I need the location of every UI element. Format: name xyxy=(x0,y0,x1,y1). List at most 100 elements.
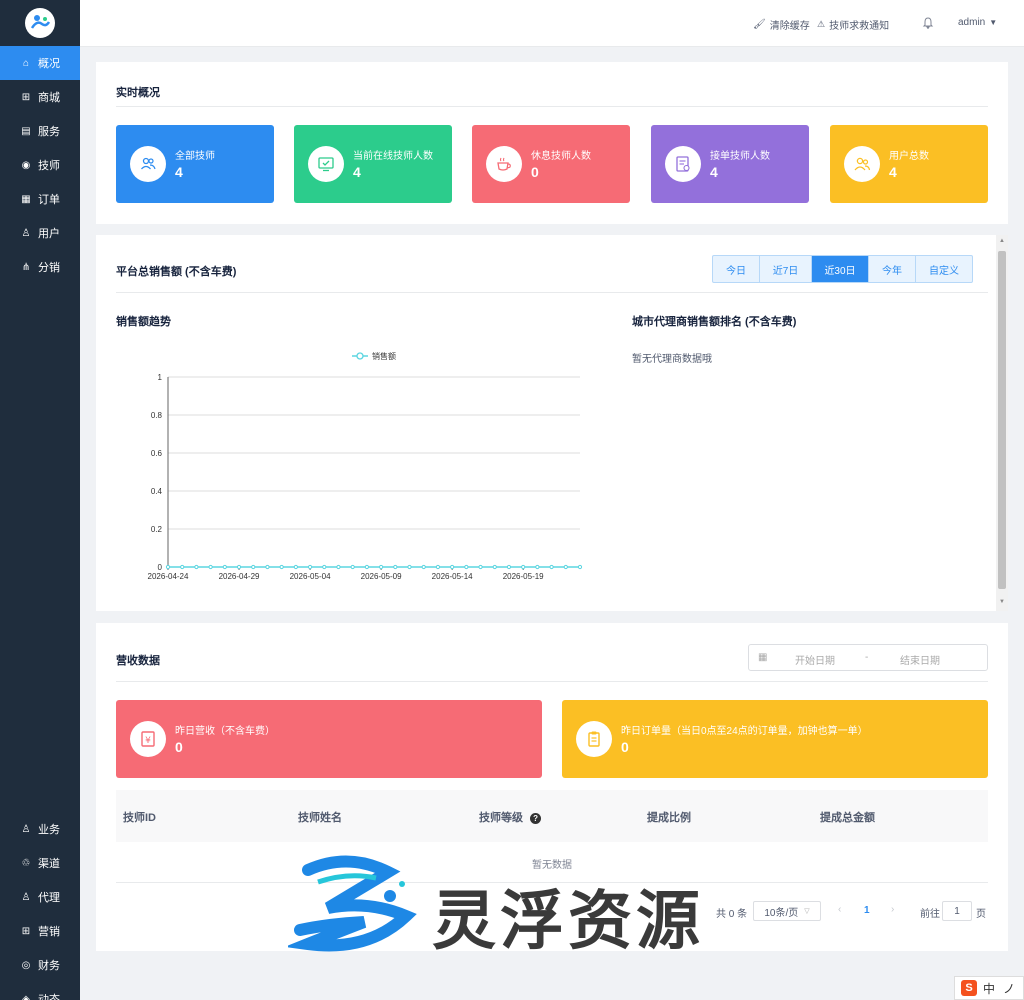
sidebar-item-home[interactable]: ⌂ 概况 xyxy=(0,46,80,80)
stat-value: 4 xyxy=(353,164,361,180)
data-point xyxy=(265,564,270,570)
y-tick-label: 0.4 xyxy=(151,487,163,496)
prev-page-icon[interactable]: ‹ xyxy=(838,904,841,915)
alarm-icon: ⚠ xyxy=(817,19,826,29)
data-point xyxy=(506,564,512,570)
period-tab[interactable]: 今年 xyxy=(869,256,916,282)
stat-card: 用户总数 4 xyxy=(830,125,988,203)
sidebar-item-business[interactable]: ♙ 业务 xyxy=(0,812,80,846)
stat-value: 4 xyxy=(175,164,183,180)
yesterday-revenue-value: 0 xyxy=(175,739,183,755)
y-tick-label: 1 xyxy=(158,373,163,382)
x-tick-label: 2026-05-04 xyxy=(290,572,331,581)
stat-value: 0 xyxy=(531,164,539,180)
sidebar-item-label: 技师 xyxy=(38,160,60,172)
col-commission-rate: 提成比例 xyxy=(647,812,691,824)
data-point xyxy=(208,564,213,570)
logo[interactable] xyxy=(0,0,80,46)
user-menu[interactable]: admin ▼ xyxy=(958,17,997,28)
sidebar-item-dynamic[interactable]: ◈ 动态 xyxy=(0,982,80,1000)
business-icon: ♙ xyxy=(21,823,31,835)
y-tick-label: 0.2 xyxy=(151,525,163,534)
period-tab[interactable]: 近7日 xyxy=(760,256,812,282)
monitor-check-icon xyxy=(308,146,344,182)
sidebar-item-label: 概况 xyxy=(38,58,60,70)
ranking-empty: 暂无代理商数据哦 xyxy=(632,354,712,365)
date-separator: - xyxy=(865,652,869,663)
scroll-down-icon[interactable]: ▼ xyxy=(999,599,1005,605)
sidebar-item-distribution[interactable]: ⋔ 分销 xyxy=(0,250,80,284)
sidebar-item-agent[interactable]: ♙ 代理 xyxy=(0,880,80,914)
watermark-text: 灵浮资源 xyxy=(432,885,704,959)
start-date-input[interactable]: 开始日期 xyxy=(795,652,835,667)
ime-indicator[interactable]: S 中 ノ xyxy=(954,976,1024,1000)
dynamic-icon: ◈ xyxy=(22,993,30,1000)
top-header: 🖌 清除缓存 ⚠ 技师求救通知 admin ▼ xyxy=(80,0,1024,47)
coffee-icon xyxy=(486,146,522,182)
tech-help-button[interactable]: ⚠ 技师求救通知 xyxy=(817,17,889,32)
divider xyxy=(116,106,988,107)
data-point xyxy=(521,564,526,570)
data-point xyxy=(180,564,185,570)
data-point xyxy=(393,564,398,570)
trend-title: 销售额趋势 xyxy=(116,316,171,328)
svg-text:¥: ¥ xyxy=(145,736,151,746)
yesterday-orders-card: 昨日订单量（当日0点至24点的订单量，加钟也算一单） 0 xyxy=(562,700,988,778)
ime-label: 中 xyxy=(983,981,996,996)
page-suffix: 页 xyxy=(976,909,986,920)
end-date-input[interactable]: 结束日期 xyxy=(900,652,940,667)
users-icon xyxy=(130,146,166,182)
period-tab[interactable]: 近30日 xyxy=(812,256,869,282)
sidebar-item-label: 订单 xyxy=(38,194,60,206)
page-size-select[interactable]: 10条/页 ▽ xyxy=(753,901,821,921)
scroll-up-icon[interactable]: ▲ xyxy=(999,238,1005,244)
sidebar-item-technician[interactable]: ◉ 技师 xyxy=(0,148,80,182)
date-range-picker[interactable]: ▦ 开始日期 - 结束日期 xyxy=(748,644,988,671)
sidebar-item-label: 业务 xyxy=(38,824,60,836)
chevron-down-icon: ▽ xyxy=(804,908,810,915)
data-point xyxy=(435,564,441,570)
channel-icon: ♲ xyxy=(21,857,31,869)
sidebar-item-label: 动态 xyxy=(38,994,60,1000)
data-point xyxy=(165,564,171,570)
page-1[interactable]: 1 xyxy=(864,905,870,916)
x-tick-label: 2026-05-09 xyxy=(361,572,402,581)
stat-label: 用户总数 xyxy=(889,151,929,162)
period-tab[interactable]: 自定义 xyxy=(916,256,972,282)
finance-icon: ◎ xyxy=(21,959,31,971)
scrollbar[interactable]: ▲ ▼ xyxy=(996,235,1008,611)
x-tick-label: 2026-05-19 xyxy=(503,572,544,581)
sidebar-item-marketing[interactable]: ⊞ 营销 xyxy=(0,914,80,948)
data-point xyxy=(535,564,540,570)
period-tab[interactable]: 今日 xyxy=(713,256,760,282)
user-group-icon xyxy=(844,146,880,182)
stat-label: 休息技师人数 xyxy=(531,151,591,162)
data-point xyxy=(350,564,355,570)
x-tick-label: 2026-05-14 xyxy=(432,572,473,581)
help-icon[interactable]: ? xyxy=(530,813,542,824)
stat-label: 全部技师 xyxy=(175,151,215,162)
yesterday-orders-label: 昨日订单量（当日0点至24点的订单量，加钟也算一单） xyxy=(621,726,868,737)
sidebar-item-finance[interactable]: ◎ 财务 xyxy=(0,948,80,982)
sidebar-item-service[interactable]: ▤ 服务 xyxy=(0,114,80,148)
legend-label: 销售额 xyxy=(372,351,396,361)
legend-marker xyxy=(356,352,364,360)
notification-bell-icon[interactable] xyxy=(922,17,934,29)
service-icon: ▤ xyxy=(21,125,31,137)
sidebar-item-label: 财务 xyxy=(38,960,60,972)
sales-trend-chart: 0 0.2 0.4 0.6 0.8 1 2026-04-24 2026-04-29 2026-0… xyxy=(148,351,583,581)
sidebar-item-user[interactable]: ♙ 用户 xyxy=(0,216,80,250)
sidebar-item-order[interactable]: ▦ 订单 xyxy=(0,182,80,216)
clear-cache-button[interactable]: 🖌 清除缓存 xyxy=(753,17,810,32)
yen-receipt-icon: ¥ xyxy=(130,721,166,757)
data-point xyxy=(307,564,313,570)
scroll-thumb[interactable] xyxy=(998,251,1006,589)
data-point xyxy=(222,564,227,570)
sogou-icon: S xyxy=(961,980,977,996)
sidebar-item-channel[interactable]: ♲ 渠道 xyxy=(0,846,80,880)
next-page-icon[interactable]: › xyxy=(891,904,894,915)
sidebar-item-shop[interactable]: ⊞ 商城 xyxy=(0,80,80,114)
realtime-title: 实时概况 xyxy=(116,87,160,99)
y-tick-label: 0 xyxy=(158,563,163,572)
goto-page-input[interactable]: 1 xyxy=(942,901,972,921)
